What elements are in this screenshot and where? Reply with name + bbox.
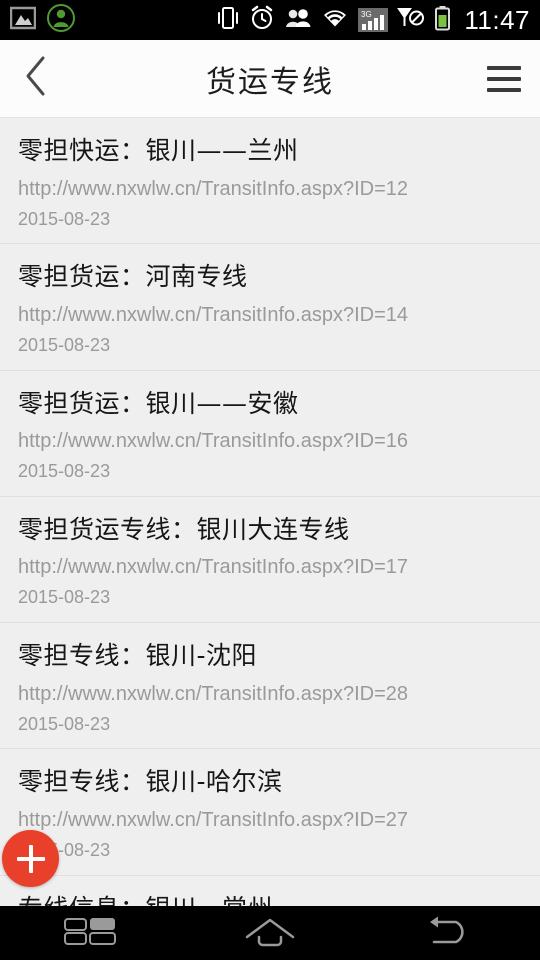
hamburger-menu-button[interactable] bbox=[468, 40, 540, 118]
list-item-url: http://www.nxwlw.cn/TransitInfo.aspx?ID=… bbox=[18, 177, 408, 200]
system-navigation-bar bbox=[0, 906, 540, 960]
app-root: 3G 11:47 货运专线 零担快运：银川——兰州 http://www.nxw… bbox=[0, 0, 540, 960]
list-item-url: http://www.nxwlw.cn/TransitInfo.aspx?ID=… bbox=[18, 303, 408, 326]
list-item-title: 零担货运：河南专线 bbox=[18, 262, 248, 292]
list-item-title: 专线信息：银川－常州 bbox=[18, 894, 522, 906]
add-button[interactable] bbox=[2, 830, 59, 887]
list-item[interactable]: 零担货运专线：银川大连专线 http://www.nxwlw.cn/Transi… bbox=[0, 496, 540, 624]
hamburger-menu-icon-bar-3 bbox=[487, 87, 521, 92]
list-item-date: 2015-08-23 bbox=[18, 839, 111, 860]
list-item[interactable]: 零担专线：银川-沈阳 http://www.nxwlw.cn/TransitIn… bbox=[0, 623, 540, 750]
status-bar: 3G 11:47 bbox=[0, 0, 540, 40]
list-item[interactable]: 零担货运：河南专线 http://www.nxwlw.cn/TransitInf… bbox=[0, 244, 540, 371]
hamburger-menu-icon-bar-2 bbox=[487, 76, 521, 81]
hamburger-menu-icon-bar-1 bbox=[487, 65, 521, 70]
list-item-date: 2015-08-23 bbox=[18, 461, 111, 482]
list-item-title: 零担专线：银川-沈阳 bbox=[18, 641, 258, 671]
recent-apps-icon bbox=[62, 915, 118, 952]
recent-apps-button[interactable] bbox=[0, 906, 180, 960]
svg-text:3G: 3G bbox=[361, 10, 372, 19]
title-bar: 货运专线 bbox=[0, 40, 540, 118]
list-item-date: 2015-08-23 bbox=[18, 334, 111, 355]
transit-line-list[interactable]: 零担快运：银川——兰州 http://www.nxwlw.cn/TransitI… bbox=[0, 118, 540, 906]
list-item[interactable]: 零担快运：银川——兰州 http://www.nxwlw.cn/TransitI… bbox=[0, 118, 540, 245]
gallery-image-icon bbox=[9, 6, 37, 35]
list-item-date: 2015-08-23 bbox=[18, 587, 111, 608]
back-button[interactable] bbox=[360, 906, 540, 960]
list-item-title: 零担专线：银川-哈尔滨 bbox=[18, 767, 283, 797]
vibrate-mode-icon bbox=[216, 5, 240, 36]
status-bar-right-icons: 3G 11:47 bbox=[216, 5, 530, 36]
list-item-url: http://www.nxwlw.cn/TransitInfo.aspx?ID=… bbox=[18, 682, 408, 705]
list-item-url: http://www.nxwlw.cn/TransitInfo.aspx?ID=… bbox=[18, 808, 408, 831]
status-bar-clock: 11:47 bbox=[464, 5, 530, 35]
list-item-title: 零担货运：银川——安徽 bbox=[18, 388, 299, 418]
battery-icon bbox=[434, 5, 451, 36]
list-item-date: 2015-08-23 bbox=[18, 713, 111, 734]
back-arrow-icon bbox=[424, 915, 476, 952]
home-button[interactable] bbox=[180, 906, 360, 960]
list-item-url: http://www.nxwlw.cn/TransitInfo.aspx?ID=… bbox=[18, 556, 408, 579]
back-nav-button[interactable] bbox=[0, 40, 72, 118]
people-contacts-icon bbox=[284, 6, 312, 35]
contact-person-icon bbox=[46, 3, 76, 38]
page-title: 货运专线 bbox=[206, 64, 334, 100]
status-bar-left-icons bbox=[9, 3, 76, 38]
list-item-url: http://www.nxwlw.cn/TransitInfo.aspx?ID=… bbox=[18, 430, 408, 453]
list-item-date: 2015-08-23 bbox=[18, 208, 111, 229]
no-sim-signal-icon bbox=[397, 6, 425, 35]
list-item[interactable]: 零担货运：银川——安徽 http://www.nxwlw.cn/TransitI… bbox=[0, 370, 540, 497]
wifi-icon bbox=[321, 7, 349, 34]
list-item[interactable]: 专线信息：银川－常州 http://www.nxwlw.cn/TransitIn… bbox=[0, 875, 540, 906]
list-item-title: 零担快运：银川——兰州 bbox=[18, 136, 299, 165]
signal-3g-icon: 3G bbox=[358, 8, 389, 32]
chevron-left-icon bbox=[23, 55, 49, 102]
plus-icon-vertical bbox=[28, 844, 33, 873]
home-icon bbox=[243, 915, 297, 952]
list-item[interactable]: 零担专线：银川-哈尔滨 http://www.nxwlw.cn/TransitI… bbox=[0, 749, 540, 876]
alarm-clock-icon bbox=[249, 5, 275, 36]
list-item-title: 零担货运专线：银川大连专线 bbox=[18, 514, 350, 544]
